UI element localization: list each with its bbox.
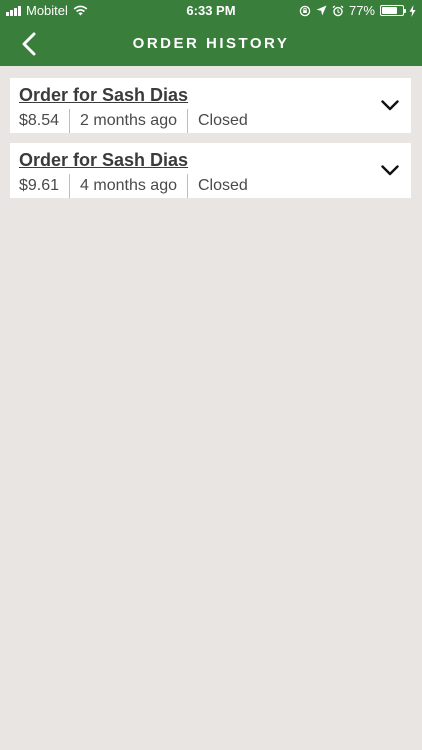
nav-bar: ORDER HISTORY	[0, 22, 422, 66]
expand-button[interactable]	[377, 157, 403, 183]
order-title-link[interactable]: Order for Sash Dias	[19, 150, 188, 171]
status-bar: Mobitel 6:33 PM 77%	[0, 0, 422, 22]
alarm-icon	[332, 4, 344, 16]
order-title-link[interactable]: Order for Sash Dias	[19, 85, 188, 106]
order-age: 2 months ago	[69, 109, 187, 133]
battery-icon	[380, 5, 406, 16]
order-price: $8.54	[19, 112, 60, 129]
order-meta: $8.54 2 months ago Closed	[19, 109, 258, 133]
order-price: $9.61	[19, 177, 60, 194]
chevron-down-icon	[381, 99, 399, 110]
location-icon	[316, 5, 327, 16]
chevron-down-icon	[381, 164, 399, 175]
order-age: 4 months ago	[69, 174, 187, 198]
battery-fill	[382, 7, 398, 14]
screen: Mobitel 6:33 PM 77% ORDER HISTORY Order …	[0, 0, 422, 750]
expand-button[interactable]	[377, 92, 403, 118]
status-right: 77%	[299, 3, 416, 18]
header: Mobitel 6:33 PM 77% ORDER HISTORY	[0, 0, 422, 66]
order-status: Closed	[187, 109, 258, 133]
page-title: ORDER HISTORY	[132, 35, 290, 52]
rotation-lock-icon	[299, 5, 311, 16]
order-card[interactable]: Order for Sash Dias $9.61 4 months ago C…	[10, 143, 411, 198]
charging-bolt-icon	[409, 4, 416, 17]
order-list: Order for Sash Dias $8.54 2 months ago C…	[10, 78, 411, 208]
order-meta: $9.61 4 months ago Closed	[19, 174, 258, 198]
order-card[interactable]: Order for Sash Dias $8.54 2 months ago C…	[10, 78, 411, 133]
battery-percent: 77%	[348, 3, 375, 18]
order-status: Closed	[187, 174, 258, 198]
